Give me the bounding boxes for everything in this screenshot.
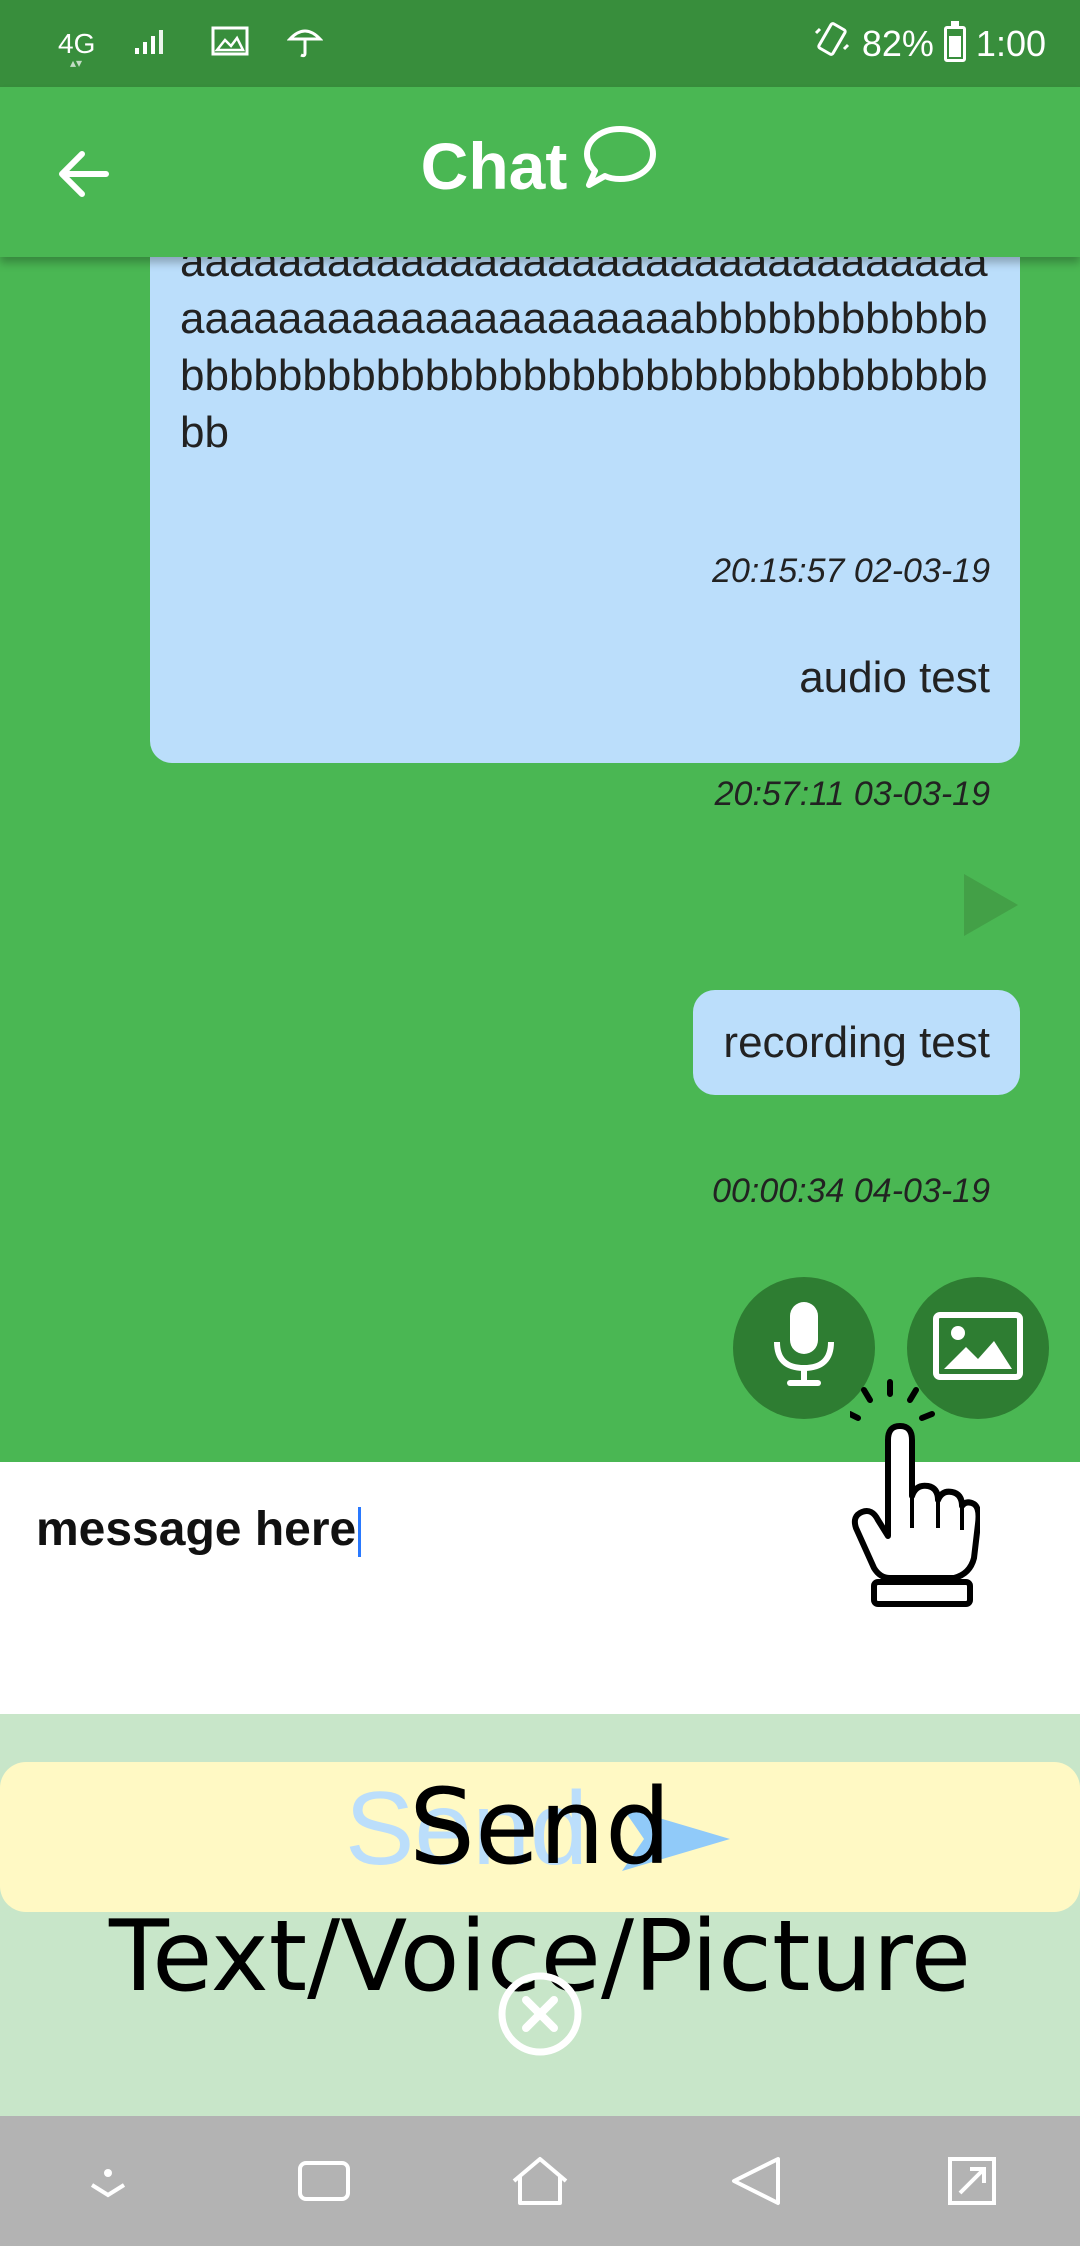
expand-screen-icon[interactable]	[932, 2141, 1012, 2221]
message-timestamp: 00:00:34 04-03-19	[712, 1172, 990, 1210]
microphone-icon	[769, 1298, 839, 1399]
system-nav-bar	[0, 2116, 1080, 2246]
message-timestamp: 20:15:57 02-03-19	[712, 552, 990, 590]
signal-icon	[133, 26, 173, 61]
umbrella-icon	[286, 23, 324, 64]
tap-hand-icon	[847, 1378, 982, 1613]
close-circle-icon[interactable]	[496, 1970, 584, 2063]
message-text: audio test	[799, 653, 990, 702]
page-title: Chat	[0, 123, 1080, 208]
message-text: aaaaaaaaaaaaaaaaaaaaaaaaaaaaaaaaaaaaaaaa…	[180, 257, 988, 457]
send-caption: Send	[409, 1766, 671, 1888]
text-cursor	[358, 1507, 362, 1558]
vibrate-icon	[812, 19, 852, 68]
gallery-notification-icon	[211, 26, 249, 61]
play-icon[interactable]	[960, 870, 1022, 945]
back-nav-icon[interactable]	[716, 2141, 796, 2221]
image-icon	[932, 1311, 1024, 1386]
send-panel: Send Send Text/Voice/Picture	[0, 1714, 1080, 2116]
chat-bubble-icon	[581, 123, 659, 208]
app-bar: Chat	[0, 87, 1080, 257]
message-text: recording test	[723, 1018, 990, 1067]
home-icon[interactable]	[500, 2141, 580, 2221]
chat-list[interactable]: aaaaaaaaaaaaaaaaaaaaaaaaaaaaaaaaaaaaaaaa…	[0, 257, 1080, 1462]
page-title-text: Chat	[420, 128, 568, 203]
message-input-value: message here	[36, 1503, 357, 1556]
status-bar: 4G 82% 1:00	[0, 0, 1080, 87]
hide-keyboard-icon[interactable]	[68, 2141, 148, 2221]
send-button[interactable]: Send Send	[0, 1762, 1080, 1912]
message-input[interactable]: message here	[36, 1502, 636, 1558]
recent-apps-icon[interactable]	[284, 2141, 364, 2221]
battery-level	[948, 35, 961, 57]
battery-icon	[943, 20, 966, 62]
message-bubble[interactable]: recording test	[693, 990, 1020, 1095]
message-bubble[interactable]: audio test	[769, 625, 1020, 730]
network-type: 4G	[58, 28, 95, 70]
message-timestamp: 20:57:11 03-03-19	[714, 775, 990, 813]
clock: 1:00	[975, 22, 1046, 64]
battery-percent: 82%	[861, 22, 934, 64]
